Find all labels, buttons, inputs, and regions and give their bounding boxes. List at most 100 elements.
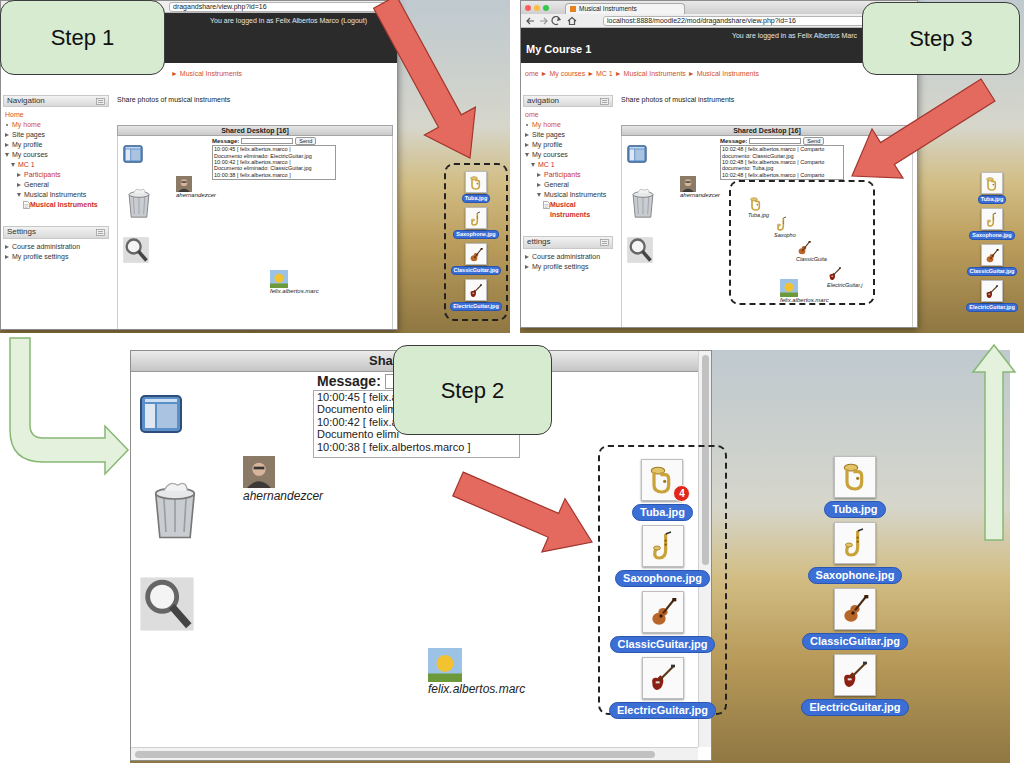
desktop-icon[interactable]: Saxophone.jpg: [453, 207, 498, 239]
scroll-thumb[interactable]: [135, 751, 655, 758]
vertical-scrollbar[interactable]: [698, 351, 712, 747]
desktop-icon[interactable]: ClassicGuitar.jpg: [610, 591, 716, 653]
expanded-arrow-icon[interactable]: [17, 193, 21, 197]
nav-item[interactable]: Participants: [525, 170, 613, 180]
desktop-icon[interactable]: ClassicGuitar.jpg: [802, 588, 908, 650]
nav-label[interactable]: Musical Instruments: [24, 190, 109, 200]
nav-label[interactable]: My courses: [12, 150, 109, 160]
user[interactable]: ahernandezcer: [243, 455, 323, 503]
expanded-arrow-icon[interactable]: [525, 153, 529, 157]
desktop-canvas[interactable]: Message:Send10:02:48 [ felix.albertos.ma…: [621, 136, 913, 328]
collapsed-arrow-icon[interactable]: [537, 183, 541, 187]
collapsed-arrow-icon[interactable]: [525, 255, 529, 259]
breadcrumb[interactable]: ome ► My courses ► MC 1 ► Musical Instru…: [525, 69, 759, 78]
nav-label[interactable]: Participants: [544, 170, 613, 180]
file-label[interactable]: ClassicGuitar.jpg: [610, 636, 716, 653]
nav-item[interactable]: Musical Instruments: [5, 190, 109, 200]
desktop-icon[interactable]: Tuba.jpg: [824, 456, 885, 518]
collapsed-arrow-icon[interactable]: [5, 143, 9, 147]
nav-label[interactable]: My profile: [532, 140, 613, 150]
nav-item[interactable]: General: [5, 180, 109, 190]
desktop-icon[interactable]: ClassicGuitar.jpg: [967, 244, 1018, 276]
desktop-icon[interactable]: Saxophone.jpg: [808, 522, 903, 584]
window-button[interactable]: [525, 5, 531, 11]
shared-file[interactable]: ClassicGuita: [796, 240, 827, 263]
nav-label[interactable]: Musical Instruments: [550, 200, 613, 220]
collapsed-arrow-icon[interactable]: [5, 255, 9, 259]
nav-label[interactable]: MC 1: [538, 160, 613, 170]
nav-item[interactable]: Participants: [5, 170, 109, 180]
expanded-arrow-icon[interactable]: [11, 163, 15, 167]
file-label[interactable]: Saxophone.jpg: [615, 570, 710, 587]
desktop-icon[interactable]: Tuba.jpg: [978, 172, 1007, 204]
file-label[interactable]: Saxophone.jpg: [808, 567, 903, 584]
nav-item[interactable]: Site pages: [525, 130, 613, 140]
nav-item[interactable]: My profile: [525, 140, 613, 150]
collapsed-arrow-icon[interactable]: [525, 143, 529, 147]
collapsed-arrow-icon[interactable]: [525, 133, 529, 137]
browser-tab[interactable]: Musical Instruments: [565, 3, 685, 14]
window-button[interactable]: [543, 5, 549, 11]
user[interactable]: ahernandezcer: [176, 176, 216, 199]
nav-label[interactable]: My courses: [532, 150, 613, 160]
expanded-arrow-icon[interactable]: [5, 153, 9, 157]
url-text[interactable]: localhost:8888/moodle22/mod/dragandshare…: [607, 17, 796, 24]
nav-label[interactable]: General: [24, 180, 109, 190]
nav-item[interactable]: Musical Instruments: [525, 190, 613, 200]
nav-item[interactable]: Course administration: [525, 252, 613, 262]
expanded-arrow-icon[interactable]: [531, 163, 535, 167]
expanded-arrow-icon[interactable]: [537, 193, 541, 197]
desktop-icon[interactable]: ElectricGuitar.jpg: [966, 280, 1018, 312]
collapsed-arrow-icon[interactable]: [5, 133, 9, 137]
user[interactable]: felix.albertos.marc: [780, 279, 829, 304]
nav-label[interactable]: Site pages: [12, 130, 109, 140]
desktop-icon[interactable]: ElectricGuitar.jpg: [450, 279, 502, 311]
nav-item[interactable]: MC 1: [525, 160, 613, 170]
breadcrumb[interactable]: ► Musical Instruments: [171, 69, 242, 78]
shared-file[interactable]: ElectricGuitar.j: [827, 266, 863, 289]
horizontal-scrollbar[interactable]: [131, 747, 698, 761]
desktop-canvas[interactable]: Message:Send10:00:45 [ felix.albertos.ma…: [117, 136, 393, 330]
file-label[interactable]: Tuba.jpg: [632, 504, 693, 521]
nav-item[interactable]: My profile settings: [525, 262, 613, 272]
nav-item[interactable]: My home: [5, 120, 109, 130]
nav-item[interactable]: My courses: [525, 150, 613, 160]
nav-label[interactable]: Course administration: [12, 242, 109, 252]
tab-title[interactable]: Musical Instruments: [579, 5, 637, 13]
send-button[interactable]: Send: [803, 137, 824, 145]
nav-item[interactable]: MC 1: [5, 160, 109, 170]
url-text[interactable]: dragandshare/view.php?id=16: [173, 3, 267, 10]
file-label[interactable]: ClassicGuitar.jpg: [802, 633, 908, 650]
nav-label[interactable]: My profile: [12, 140, 109, 150]
nav-label[interactable]: Site pages: [532, 130, 613, 140]
file-label[interactable]: ElectricGuitar.jpg: [609, 702, 716, 719]
collapsed-arrow-icon[interactable]: [5, 245, 9, 249]
nav-label[interactable]: My home: [532, 120, 613, 130]
nav-item[interactable]: Musical Instruments: [525, 200, 613, 220]
nav-item[interactable]: Site pages: [5, 130, 109, 140]
nav-label[interactable]: General: [544, 180, 613, 190]
nav-label[interactable]: Participants: [24, 170, 109, 180]
nav-item[interactable]: General: [525, 180, 613, 190]
desktop-icon[interactable]: ClassicGuitar.jpg: [451, 243, 502, 275]
user[interactable]: ahernandezcer: [680, 176, 720, 199]
file-label[interactable]: Tuba.jpg: [824, 501, 885, 518]
file-label[interactable]: ElectricGuitar.jpg: [801, 699, 908, 716]
desktop-icon[interactable]: ElectricGuitar.jpg: [801, 654, 908, 716]
collapsed-arrow-icon[interactable]: [525, 265, 529, 269]
user[interactable]: felix.albertos.marc: [428, 648, 525, 696]
nav-item[interactable]: My profile settings: [5, 252, 109, 262]
nav-item[interactable]: Musical Instruments: [5, 200, 109, 210]
scroll-thumb[interactable]: [702, 355, 709, 565]
nav-label[interactable]: Home: [5, 110, 109, 120]
message-input[interactable]: [749, 138, 801, 144]
nav-label[interactable]: My profile settings: [532, 262, 613, 272]
desktop-icon[interactable]: ElectricGuitar.jpg: [609, 657, 716, 719]
message-input[interactable]: [241, 138, 293, 144]
login-info[interactable]: You are logged in as Felix Albertos Marc: [521, 28, 917, 40]
nav-item[interactable]: Home: [5, 110, 109, 120]
desktop-icon[interactable]: Tuba.jpg: [462, 171, 491, 203]
shared-file[interactable]: Saxopho: [774, 216, 796, 239]
nav-label[interactable]: Musical Instruments: [30, 200, 109, 210]
window-button[interactable]: [534, 5, 540, 11]
